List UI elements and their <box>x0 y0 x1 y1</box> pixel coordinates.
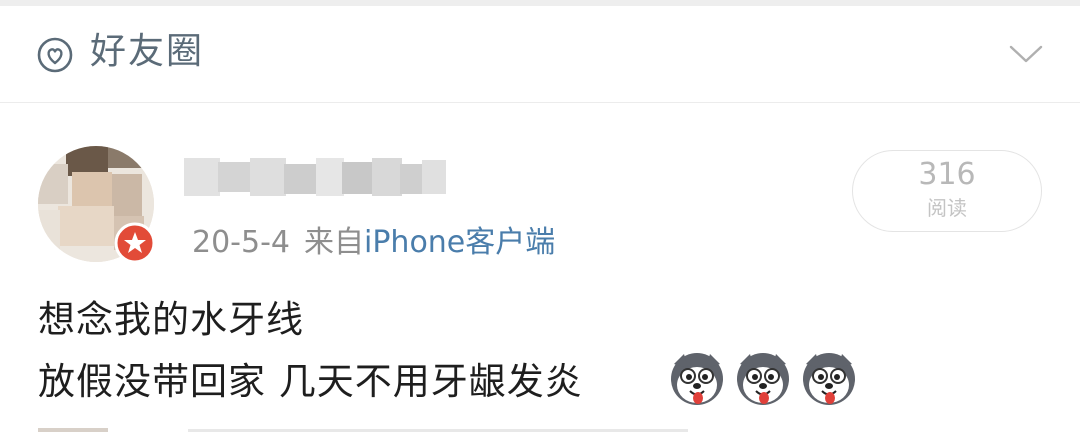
client-link[interactable]: iPhone客户端 <box>364 225 555 260</box>
heart-circle-icon <box>37 37 73 73</box>
chevron-down-icon[interactable] <box>1004 36 1048 72</box>
post-meta: 20-5-4 来自iPhone客户端 <box>192 220 555 266</box>
post-date: 20-5-4 <box>192 225 290 260</box>
from-label: 来自 <box>304 225 364 260</box>
husky-dog-emoji-icon <box>671 353 723 405</box>
post-text-line: 想念我的水牙线 <box>38 298 304 341</box>
post-text-line: 放假没带回家 几天不用牙龈发炎 <box>38 360 583 403</box>
husky-dog-emoji-icon <box>803 353 855 405</box>
next-post-preview <box>38 428 688 432</box>
emoji-group <box>668 350 858 410</box>
husky-dog-emoji-icon <box>737 353 789 405</box>
view-count-badge: 316 阅读 <box>852 150 1042 232</box>
view-count: 316 <box>918 157 976 192</box>
friends-circle-header[interactable]: 好友圈 <box>0 6 1080 103</box>
verified-badge-icon <box>114 222 156 264</box>
blurred-username <box>184 158 446 196</box>
view-count-label: 阅读 <box>927 196 967 220</box>
header-title: 好友圈 <box>90 31 205 72</box>
